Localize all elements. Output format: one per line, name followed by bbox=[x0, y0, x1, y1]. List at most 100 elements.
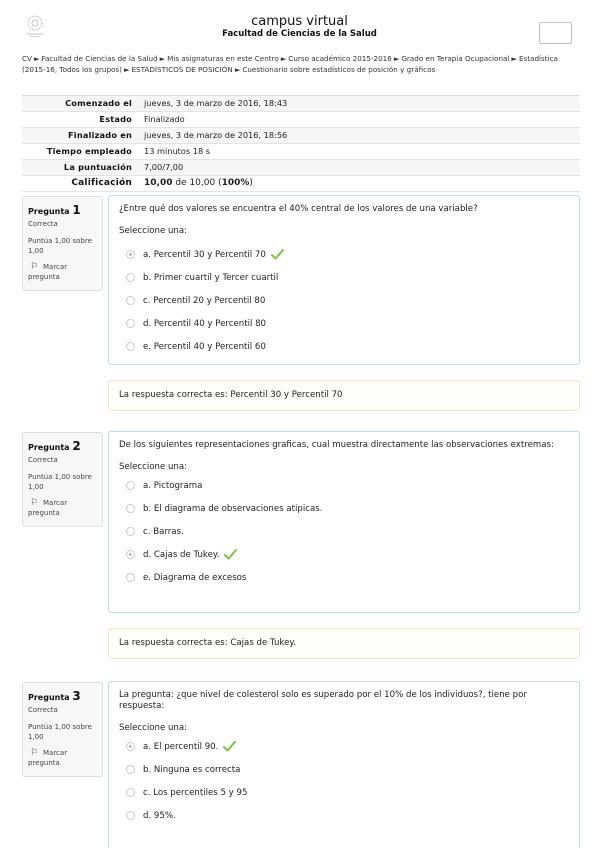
question-formulation-3: La pregunta: ¿que nivel de colesterol so… bbox=[108, 681, 580, 848]
summary-value: jueves, 3 de marzo de 2016, 18:43 bbox=[144, 98, 288, 108]
summary-value: jueves, 3 de marzo de 2016, 18:56 bbox=[144, 130, 288, 140]
summary-label: La puntuación bbox=[63, 162, 132, 172]
breadcrumb-separator-icon: ► bbox=[159, 54, 166, 63]
summary-row-marks: La puntuación 7,00/7,00 bbox=[22, 160, 580, 176]
answer-label: c. Los percentiles 5 y 95 bbox=[143, 787, 248, 798]
answer-label: d. 95%. bbox=[143, 810, 176, 821]
breadcrumb-item[interactable]: Mis asignaturas en este Centro bbox=[167, 54, 279, 63]
radio-button[interactable] bbox=[126, 250, 135, 259]
breadcrumb-item[interactable]: ESTADÍSTICOS DE POSICIÓN bbox=[132, 65, 233, 74]
question-state: Correcta bbox=[28, 706, 58, 714]
answer-label: b. Primer cuartil y Tercer cuartil bbox=[143, 272, 279, 283]
summary-value: 13 minutos 18 s bbox=[144, 146, 211, 156]
question-number: Pregunta 2 bbox=[28, 439, 98, 453]
breadcrumb-item[interactable]: Grado en Terapia Ocupacional bbox=[401, 54, 509, 63]
radio-button[interactable] bbox=[126, 765, 135, 774]
header-action-box[interactable] bbox=[539, 22, 572, 44]
grade-close: ) bbox=[249, 178, 253, 188]
summary-row-started: Comenzado el jueves, 3 de marzo de 2016,… bbox=[22, 96, 580, 112]
summary-row-time-taken: Tiempo empleado 13 minutos 18 s bbox=[22, 144, 580, 160]
answer-label: c. Barras. bbox=[143, 526, 184, 537]
answer-option[interactable]: b. Ninguna es correcta bbox=[119, 758, 569, 781]
summary-row-grade: Calificación 10,00 de 10,00 (100%) bbox=[22, 176, 580, 192]
summary-label: Estado bbox=[99, 114, 132, 124]
grade-out-of: de 10,00 ( bbox=[172, 178, 222, 188]
flag-icon: ⚐ bbox=[30, 748, 39, 758]
answer-label: d. Percentil 40 y Percentil 80 bbox=[143, 318, 267, 329]
answer-list: a. Percentil 30 y Percentil 70 b. Primer… bbox=[119, 243, 569, 358]
answer-label: e. Percentil 40 y Percentil 60 bbox=[143, 341, 266, 352]
flag-icon: ⚐ bbox=[30, 262, 39, 272]
breadcrumb-separator-icon: ► bbox=[280, 54, 287, 63]
radio-button[interactable] bbox=[126, 742, 135, 751]
question-prompt: Seleccione una: bbox=[119, 462, 188, 472]
answer-option[interactable]: d. Cajas de Tukey. bbox=[119, 543, 569, 566]
question-formulation-2: De los siguientes representaciones grafi… bbox=[108, 431, 580, 613]
answer-option[interactable]: d. Percentil 40 y Percentil 80 bbox=[119, 312, 569, 335]
summary-label: Finalizado en bbox=[68, 130, 132, 140]
flag-question-button[interactable]: ⚐ Marcar pregunta bbox=[28, 498, 98, 518]
question-formulation-1: ¿Entre qué dos valores se encuentra el 4… bbox=[108, 195, 580, 365]
answer-label: b. Ninguna es correcta bbox=[143, 764, 241, 775]
breadcrumb-item[interactable]: CV bbox=[22, 54, 32, 63]
flag-question-button[interactable]: ⚐ Marcar pregunta bbox=[28, 262, 98, 282]
answer-option[interactable]: b. El diagrama de observaciones atipicas… bbox=[119, 497, 569, 520]
answer-option[interactable]: e. Diagrama de excesos bbox=[119, 566, 569, 589]
question-prefix: Pregunta bbox=[28, 207, 70, 216]
radio-button[interactable] bbox=[126, 550, 135, 559]
question-info-3: Pregunta 3 Correcta Puntúa 1,00 sobre 1,… bbox=[22, 682, 103, 777]
question-num: 1 bbox=[72, 203, 81, 217]
question-text: De los siguientes representaciones grafi… bbox=[119, 440, 554, 450]
answer-option[interactable]: a. Percentil 30 y Percentil 70 bbox=[119, 243, 569, 266]
radio-button[interactable] bbox=[126, 504, 135, 513]
answer-list: a. El percentil 90. b. Ninguna es correc… bbox=[119, 735, 569, 827]
summary-label: Calificación bbox=[71, 178, 132, 188]
site-subtitle: Facultad de Ciencias de la Salud bbox=[222, 29, 377, 39]
summary-row-finished: Finalizado en jueves, 3 de marzo de 2016… bbox=[22, 128, 580, 144]
breadcrumb-item[interactable]: Cuestionario sobre estadísticos de posic… bbox=[242, 65, 435, 74]
answer-label: e. Diagrama de excesos bbox=[143, 572, 247, 583]
question-text: ¿Entre qué dos valores se encuentra el 4… bbox=[119, 204, 478, 214]
answer-option[interactable]: a. El percentil 90. bbox=[119, 735, 569, 758]
breadcrumb: CV ► Facultad de Ciencias de la Salud ► Mis … bbox=[22, 53, 582, 75]
answer-label: d. Cajas de Tukey. bbox=[143, 549, 220, 560]
radio-button[interactable] bbox=[126, 573, 135, 582]
radio-button[interactable] bbox=[126, 296, 135, 305]
answer-option[interactable]: c. Los percentiles 5 y 95 bbox=[119, 781, 569, 804]
radio-button[interactable] bbox=[126, 481, 135, 490]
answer-option[interactable]: a. Pictograma bbox=[119, 474, 569, 497]
question-state: Correcta bbox=[28, 220, 58, 228]
question-prompt: Seleccione una: bbox=[119, 723, 188, 733]
question-info-2: Pregunta 2 Correcta Puntúa 1,00 sobre 1,… bbox=[22, 432, 103, 527]
radio-button[interactable] bbox=[126, 273, 135, 282]
breadcrumb-item[interactable]: Facultad de Ciencias de la Salud bbox=[41, 54, 157, 63]
question-num: 3 bbox=[72, 689, 81, 703]
question-prompt: Seleccione una: bbox=[119, 226, 188, 236]
answer-option[interactable]: c. Percentil 20 y Percentil 80 bbox=[119, 289, 569, 312]
answer-option[interactable]: c. Barras. bbox=[119, 520, 569, 543]
question-text: La pregunta: ¿que nivel de colesterol so… bbox=[119, 690, 527, 711]
breadcrumb-separator-icon: ► bbox=[33, 54, 40, 63]
breadcrumb-item[interactable]: Curso académico 2015-2016 bbox=[288, 54, 392, 63]
correct-answer-feedback: La respuesta correcta es: Cajas de Tukey… bbox=[108, 628, 580, 659]
radio-button[interactable] bbox=[126, 319, 135, 328]
radio-button[interactable] bbox=[126, 788, 135, 797]
summary-value: 10,00 de 10,00 (100%) bbox=[144, 176, 253, 191]
flag-question-button[interactable]: ⚐ Marcar pregunta bbox=[28, 748, 98, 768]
flag-icon: ⚐ bbox=[30, 498, 39, 508]
page-header: campus virtual Facultad de Ciencias de l… bbox=[0, 0, 599, 50]
radio-button[interactable] bbox=[126, 527, 135, 536]
answer-list: a. Pictograma b. El diagrama de observac… bbox=[119, 474, 569, 589]
answer-option[interactable]: e. Percentil 40 y Percentil 60 bbox=[119, 335, 569, 358]
question-grade: Puntúa 1,00 sobre 1,00 bbox=[28, 237, 92, 255]
question-prefix: Pregunta bbox=[28, 693, 70, 702]
check-icon bbox=[224, 549, 238, 560]
answer-option[interactable]: b. Primer cuartil y Tercer cuartil bbox=[119, 266, 569, 289]
question-number: Pregunta 1 bbox=[28, 203, 98, 217]
summary-label: Tiempo empleado bbox=[46, 146, 132, 156]
answer-option[interactable]: d. 95%. bbox=[119, 804, 569, 827]
radio-button[interactable] bbox=[126, 811, 135, 820]
breadcrumb-separator-icon: ► bbox=[393, 54, 400, 63]
question-state: Correcta bbox=[28, 456, 58, 464]
radio-button[interactable] bbox=[126, 342, 135, 351]
